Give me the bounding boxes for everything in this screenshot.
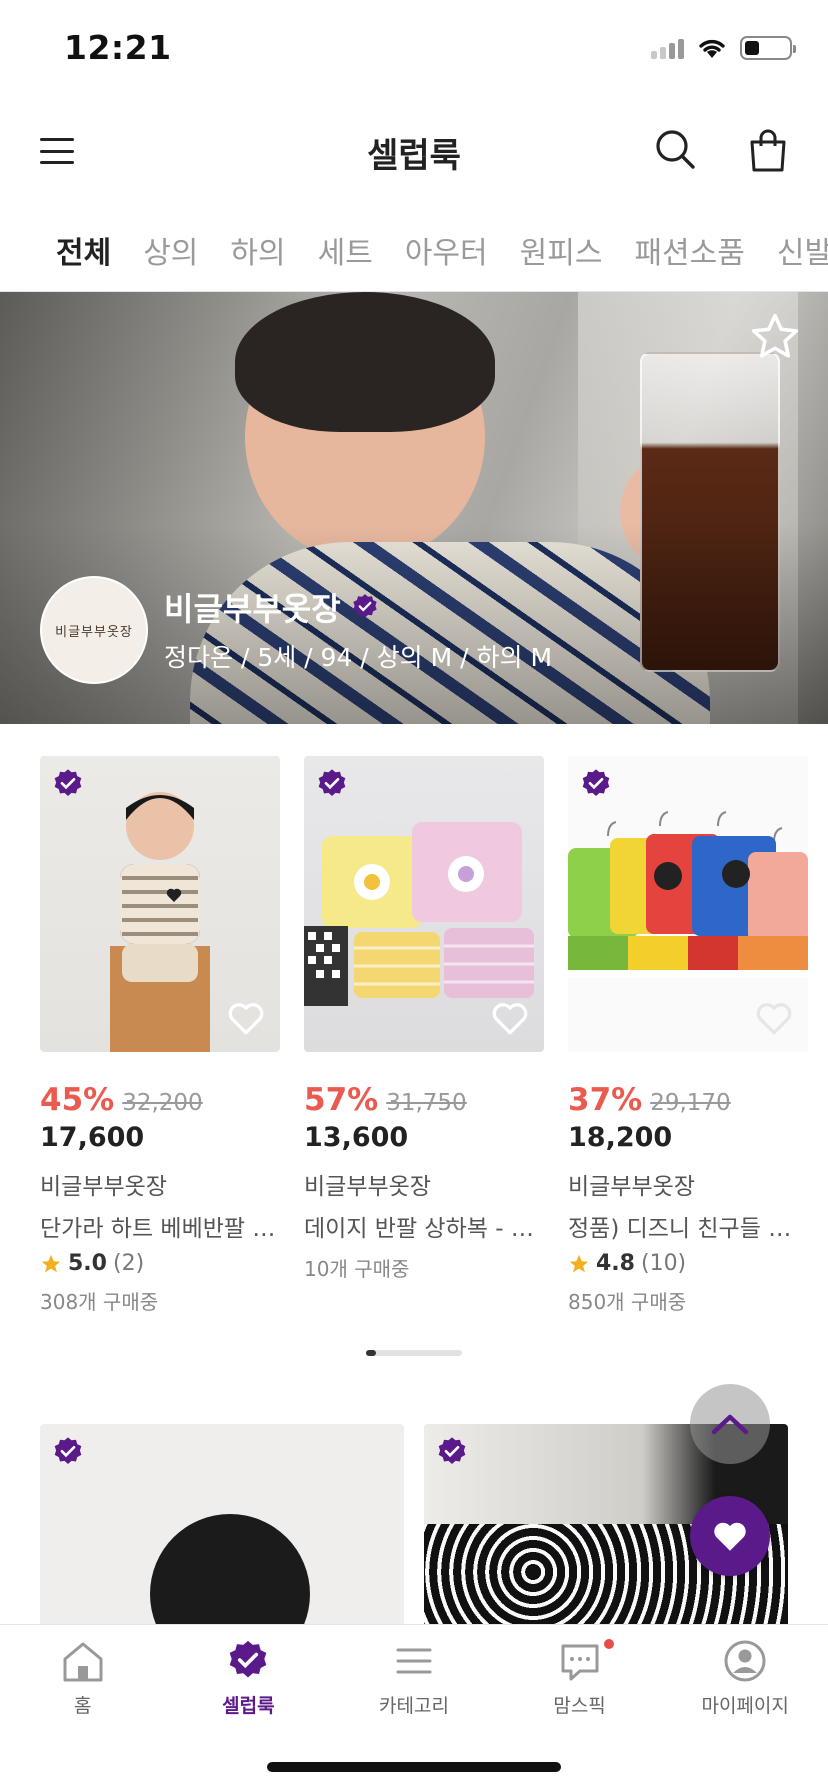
look-card[interactable] xyxy=(40,1424,404,1624)
nav-momspick[interactable]: 맘스픽 xyxy=(510,1639,650,1718)
signal-icon xyxy=(651,37,684,59)
price-row: 37% 29,170 xyxy=(568,1082,808,1118)
nav-label: 셀럽룩 xyxy=(222,1695,275,1717)
tab-sets[interactable]: 세트 xyxy=(318,222,373,272)
seller-name[interactable]: 비글부부옷장 xyxy=(164,584,341,630)
buying-count: 10개 구매중 xyxy=(304,1257,410,1281)
nav-mypage[interactable]: 마이페이지 xyxy=(675,1639,815,1718)
product-seller[interactable]: 비글부부옷장 xyxy=(568,1167,808,1201)
heart-icon[interactable] xyxy=(754,1000,794,1036)
tab-dresses[interactable]: 원피스 xyxy=(520,222,603,272)
product-name[interactable]: 단가라 하트 베베반팔 세트 xyxy=(40,1209,280,1243)
product-seller[interactable]: 비글부부옷장 xyxy=(40,1167,280,1201)
sale-price: 13,600 xyxy=(304,1122,409,1153)
heart-icon[interactable] xyxy=(226,1000,266,1036)
search-icon[interactable] xyxy=(654,128,696,170)
chat-icon xyxy=(561,1644,599,1681)
list-icon xyxy=(396,1648,432,1674)
product-card[interactable]: 37% 29,170 18,200 비글부부옷장 정품) 디즈니 친구들 반..… xyxy=(568,756,808,1315)
wishlist-fab-button[interactable] xyxy=(690,1496,770,1576)
review-count: (10) xyxy=(640,1251,687,1276)
tab-bottoms[interactable]: 하의 xyxy=(230,222,285,272)
verified-badge-icon xyxy=(582,769,610,796)
status-icons xyxy=(651,36,796,60)
celeb-banner[interactable]: 비글부부옷장 비글부부옷장 정다온 / 5세 / 94 / 상의 M / 하의 … xyxy=(0,292,828,724)
user-icon xyxy=(724,1640,766,1682)
product-name[interactable]: 정품) 디즈니 친구들 반... xyxy=(568,1209,808,1243)
wifi-icon xyxy=(699,39,725,58)
rating-star-icon xyxy=(41,1254,61,1272)
product-image[interactable] xyxy=(40,756,280,1052)
sale-price: 18,200 xyxy=(568,1122,673,1153)
product-seller[interactable]: 비글부부옷장 xyxy=(304,1167,544,1201)
price-row: 45% 32,200 xyxy=(40,1082,280,1118)
sale-price: 17,600 xyxy=(40,1122,145,1153)
heart-filled-icon xyxy=(714,1522,746,1551)
rating-star-icon xyxy=(569,1254,589,1272)
heart-icon[interactable] xyxy=(490,1000,530,1036)
review-count: (2) xyxy=(112,1251,145,1276)
verified-badge-icon xyxy=(54,769,82,796)
status-time: 12:21 xyxy=(64,28,172,67)
nav-label: 카테고리 xyxy=(379,1695,449,1717)
rating-row: 5.0 (2) xyxy=(40,1251,280,1276)
seller-avatar[interactable]: 비글부부옷장 xyxy=(40,576,148,684)
buying-count: 850개 구매중 xyxy=(568,1290,687,1314)
verified-badge-icon xyxy=(352,594,377,618)
app-header: 셀럽룩 xyxy=(0,110,828,190)
product-card[interactable]: 57% 31,750 13,600 비글부부옷장 데이지 반팔 상하복 - M.… xyxy=(304,756,544,1282)
page-title: 셀럽룩 xyxy=(367,136,461,176)
discount-rate: 57% xyxy=(304,1082,379,1118)
verified-badge-icon xyxy=(318,769,346,796)
nav-label: 홈 xyxy=(74,1695,92,1717)
tab-tops[interactable]: 상의 xyxy=(143,222,198,272)
category-tabs: 전체 상의 하의 세트 아우터 원피스 패션소품 신발 xyxy=(0,222,828,292)
buying-count: 308개 구매중 xyxy=(40,1290,159,1314)
nav-category[interactable]: 카테고리 xyxy=(344,1639,484,1718)
verified-badge-icon xyxy=(54,1437,82,1464)
rating-row: 4.8 (10) xyxy=(568,1251,808,1276)
avatar-logo-text: 비글부부옷장 xyxy=(55,624,133,640)
tab-all[interactable]: 전체 xyxy=(56,222,111,272)
scroll-top-button[interactable] xyxy=(690,1384,770,1464)
notification-dot xyxy=(603,1639,614,1649)
product-image[interactable] xyxy=(304,756,544,1052)
nav-home[interactable]: 홈 xyxy=(13,1639,153,1718)
chevron-up-icon xyxy=(711,1414,749,1435)
star-favorite-icon[interactable] xyxy=(748,310,802,364)
carousel-page-indicator xyxy=(366,1350,462,1356)
nav-label: 맘스픽 xyxy=(553,1695,606,1717)
verified-badge-icon xyxy=(230,1640,267,1678)
bottom-nav: 홈 셀럽룩 카테고리 맘스픽 마이페이지 xyxy=(0,1624,828,1792)
original-price: 32,200 xyxy=(122,1090,203,1116)
rating-value: 5.0 xyxy=(68,1251,107,1276)
product-carousel[interactable]: 45% 32,200 17,600 비글부부옷장 단가라 하트 베베반팔 세트 … xyxy=(40,756,828,1316)
home-icon xyxy=(63,1642,103,1682)
original-price: 31,750 xyxy=(386,1090,467,1116)
battery-icon xyxy=(740,36,796,60)
seller-child-info: 정다온 / 5세 / 94 / 상의 M / 하의 M xyxy=(164,643,553,672)
product-name[interactable]: 데이지 반팔 상하복 - M... xyxy=(304,1209,544,1243)
original-price: 29,170 xyxy=(650,1090,731,1116)
price-row: 57% 31,750 xyxy=(304,1082,544,1118)
shopping-bag-icon[interactable] xyxy=(748,128,788,172)
discount-rate: 45% xyxy=(40,1082,115,1118)
tab-accessories[interactable]: 패션소품 xyxy=(634,222,744,272)
product-card[interactable]: 45% 32,200 17,600 비글부부옷장 단가라 하트 베베반팔 세트 … xyxy=(40,756,280,1315)
tab-outer[interactable]: 아우터 xyxy=(405,222,488,272)
seller-name-row: 비글부부옷장 xyxy=(164,584,379,630)
discount-rate: 37% xyxy=(568,1082,643,1118)
verified-badge-icon xyxy=(438,1437,466,1464)
status-bar: 12:21 xyxy=(0,0,828,100)
rating-value: 4.8 xyxy=(596,1251,635,1276)
nav-celeblook[interactable]: 셀럽룩 xyxy=(178,1639,318,1718)
tab-shoes[interactable]: 신발 xyxy=(777,222,828,272)
product-image[interactable] xyxy=(568,756,808,1052)
nav-label: 마이페이지 xyxy=(701,1695,789,1717)
home-indicator xyxy=(267,1762,561,1772)
